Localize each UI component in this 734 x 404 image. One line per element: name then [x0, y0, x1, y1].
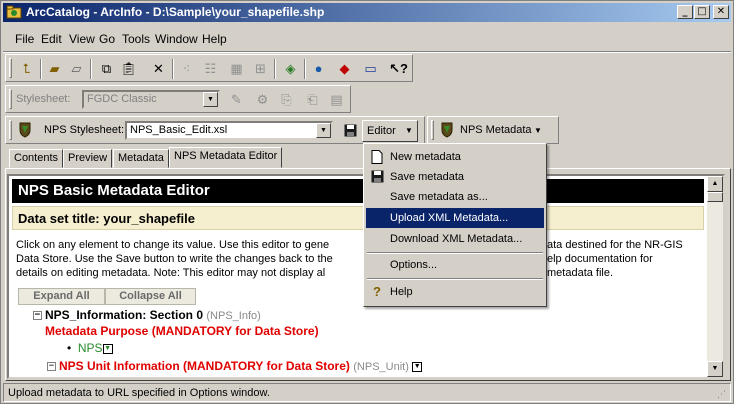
- tab-contents[interactable]: Contents: [9, 149, 64, 168]
- arccatalog-icon: [6, 5, 22, 19]
- editor-menu-button[interactable]: Editor ▼: [362, 120, 418, 142]
- purpose-value[interactable]: • NPS ▼: [67, 341, 113, 355]
- details-icon[interactable]: ▦: [228, 60, 245, 77]
- toolbar-grip[interactable]: [431, 120, 434, 140]
- menu-separator: [367, 278, 543, 280]
- whats-this-help-icon[interactable]: ↖?: [389, 60, 408, 77]
- collapse-toggle-icon[interactable]: −: [33, 311, 42, 321]
- copy-icon[interactable]: ⧉: [98, 60, 115, 77]
- collapse-all-button[interactable]: Collapse All: [105, 288, 196, 305]
- chevron-down-icon: ▼: [405, 126, 413, 135]
- properties-icon[interactable]: ⚙: [254, 91, 271, 108]
- expand-all-button[interactable]: Expand All: [18, 288, 105, 305]
- stylesheet-select[interactable]: FGDC Classic ▼: [82, 90, 220, 109]
- menu-save-metadata-as[interactable]: Save metadata as...: [366, 187, 544, 207]
- vertical-scrollbar[interactable]: ▲ ▼: [707, 176, 723, 377]
- save-icon: [370, 170, 384, 184]
- scroll-thumb[interactable]: [707, 192, 723, 202]
- toolbar-grip[interactable]: [9, 58, 12, 78]
- dataset-title[interactable]: Data set title: your_shapefile: [12, 206, 704, 230]
- toolbar-grip[interactable]: [9, 89, 12, 109]
- up-one-level-icon[interactable]: ⮤: [18, 60, 35, 77]
- edit-metadata-icon[interactable]: ✎: [228, 91, 245, 108]
- nps-information-node[interactable]: − NPS_Information: Section 0 (NPS_Info): [33, 308, 261, 322]
- menu-window[interactable]: Window: [155, 32, 198, 46]
- toolbar-grip[interactable]: [9, 120, 12, 140]
- menu-help-item[interactable]: ? Help: [366, 282, 544, 302]
- nps-arrowhead-icon: [19, 122, 31, 138]
- launch-arcmap-icon[interactable]: ◈: [282, 60, 299, 77]
- nps-metadata-menu[interactable]: NPS Metadata: [460, 124, 532, 136]
- menu-options[interactable]: Options...: [366, 255, 544, 275]
- editor-header: NPS Basic Metadata Editor: [12, 179, 704, 203]
- resize-grip-icon[interactable]: ⋰: [717, 388, 729, 400]
- standard-toolbar: ⮤ ▰ ▱ ⧉ 📋︎ ✕ ⁖ ☷ ▦ ⊞ ◈ ● ◆ ▭ ↖?: [5, 54, 413, 82]
- save-icon[interactable]: [342, 122, 359, 139]
- chevron-down-icon[interactable]: ▼: [534, 126, 542, 135]
- new-document-icon: [370, 150, 384, 164]
- menu-new-metadata[interactable]: New metadata: [366, 147, 544, 167]
- menu-divider: [3, 51, 731, 53]
- thumbnails-icon[interactable]: ⊞: [252, 60, 269, 77]
- menu-download-xml-metadata[interactable]: Download XML Metadata...: [366, 229, 544, 249]
- connect-folder-icon[interactable]: ▰: [46, 60, 63, 77]
- nps-stylesheet-label: NPS Stylesheet:: [44, 124, 125, 136]
- chevron-down-icon[interactable]: ▼: [203, 92, 218, 107]
- tab-nps-metadata-editor[interactable]: NPS Metadata Editor: [169, 147, 283, 168]
- nps-metadata-toolbar: NPS Metadata ▼: [427, 116, 559, 144]
- maximize-button[interactable]: □: [694, 5, 710, 19]
- dropdown-icon[interactable]: ▼: [102, 343, 113, 354]
- nps-arrowhead-icon: [441, 122, 453, 138]
- title-bar[interactable]: ArcCatalog - ArcInfo - D:\Sample\your_sh…: [3, 3, 731, 22]
- intro-text-right: ata destined for the NR-GIS elp document…: [547, 239, 683, 279]
- menu-separator: [367, 252, 543, 254]
- menu-help[interactable]: Help: [202, 32, 227, 46]
- menu-save-metadata[interactable]: Save metadata: [366, 167, 544, 187]
- arctoolbox-icon[interactable]: ◆: [336, 60, 353, 77]
- status-bar: Upload metadata to URL specified in Opti…: [3, 383, 731, 402]
- nps-unit-information-node[interactable]: − NPS Unit Information (MANDATORY for Dat…: [47, 359, 423, 373]
- arccatalog-window: ArcCatalog - ArcInfo - D:\Sample\your_sh…: [0, 0, 734, 404]
- menu-view[interactable]: View: [69, 32, 95, 46]
- create-update-icon[interactable]: ▤: [328, 91, 345, 108]
- close-button[interactable]: ✕: [713, 5, 729, 19]
- globe-icon[interactable]: ●: [310, 60, 327, 77]
- menu-upload-xml-metadata[interactable]: Upload XML Metadata...: [366, 208, 544, 228]
- menu-tools[interactable]: Tools: [122, 32, 150, 46]
- disconnect-folder-icon[interactable]: ▱: [68, 60, 85, 77]
- scroll-down-button[interactable]: ▼: [707, 361, 723, 377]
- nps-toolbar: NPS Stylesheet: NPS_Basic_Edit.xsl ▼ Edi…: [5, 116, 425, 144]
- editor-dropdown-menu: New metadata Save metadata Save metadata…: [363, 143, 547, 307]
- menu-edit[interactable]: Edit: [41, 32, 62, 46]
- window-title: ArcCatalog - ArcInfo - D:\Sample\your_sh…: [26, 5, 325, 19]
- help-icon: ?: [373, 284, 381, 299]
- menu-go[interactable]: Go: [99, 32, 115, 46]
- export-icon[interactable]: ⎗: [304, 91, 321, 108]
- status-text: Upload metadata to URL specified in Opti…: [8, 387, 270, 399]
- collapse-toggle-icon[interactable]: −: [47, 362, 56, 372]
- minimize-button[interactable]: _: [677, 5, 693, 19]
- chevron-down-icon[interactable]: ▼: [316, 123, 331, 138]
- paste-icon[interactable]: 📋︎: [120, 60, 137, 77]
- delete-icon[interactable]: ✕: [150, 60, 167, 77]
- dropdown-icon[interactable]: ▼: [412, 361, 423, 372]
- metadata-purpose-label[interactable]: Metadata Purpose (MANDATORY for Data Sto…: [45, 324, 319, 338]
- menu-file[interactable]: File: [15, 32, 34, 46]
- list-icon[interactable]: ☷: [202, 60, 219, 77]
- scroll-up-button[interactable]: ▲: [707, 176, 723, 192]
- import-icon[interactable]: ⎘: [278, 91, 295, 108]
- stylesheet-label: Stylesheet:: [16, 93, 71, 105]
- metadata-toolbar: Stylesheet: FGDC Classic ▼ ✎ ⚙ ⎘ ⎗ ▤: [5, 85, 351, 113]
- tab-preview[interactable]: Preview: [63, 149, 113, 168]
- tab-metadata[interactable]: Metadata: [113, 149, 169, 168]
- large-icons-icon[interactable]: ⁖: [178, 60, 195, 77]
- command-line-icon[interactable]: ▭: [362, 60, 379, 77]
- nps-stylesheet-select[interactable]: NPS_Basic_Edit.xsl ▼: [125, 121, 333, 140]
